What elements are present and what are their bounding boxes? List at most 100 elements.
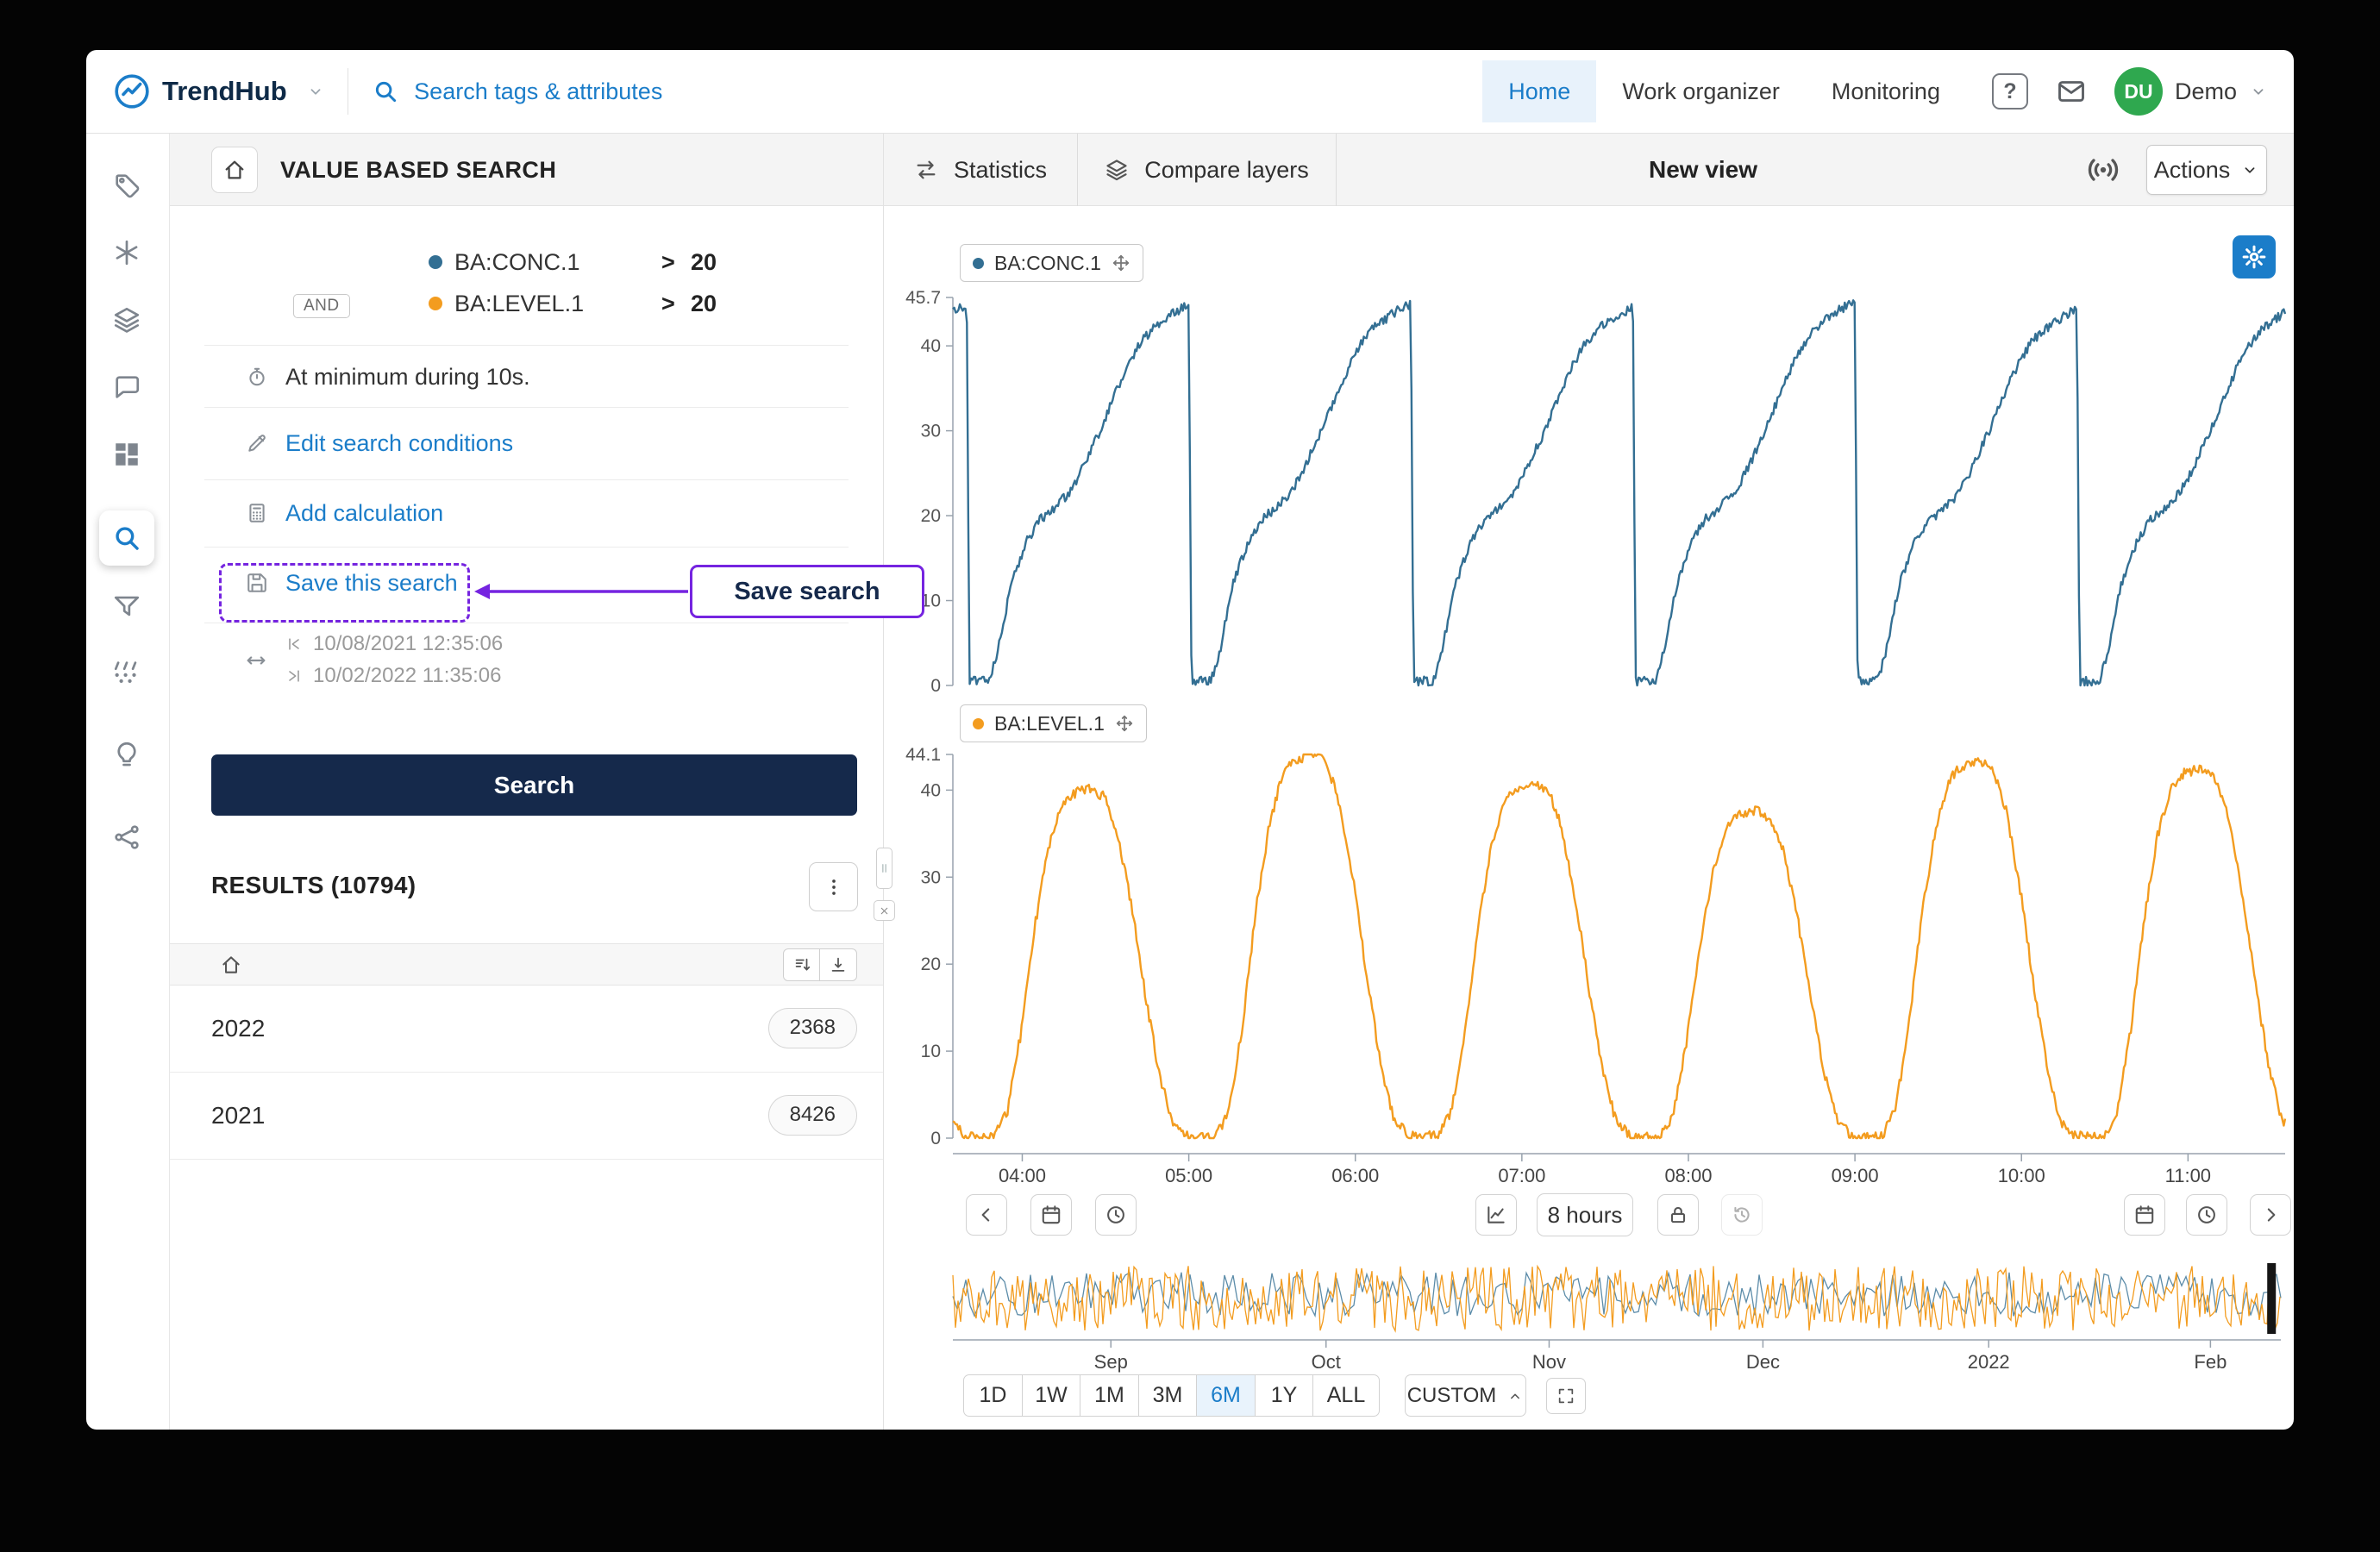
- brand[interactable]: TrendHub: [112, 72, 325, 111]
- filters-icon: [112, 591, 141, 621]
- edit-link-text: Edit search conditions: [285, 429, 514, 456]
- statistics-button[interactable]: Statistics: [884, 134, 1078, 206]
- sidebar-recommendations-button[interactable]: [99, 727, 154, 782]
- panel-collapse-button[interactable]: [874, 900, 895, 921]
- screenshot-stage: TrendHub Home Work organizer Monitoring …: [0, 0, 2380, 1552]
- sidebar-filters-button[interactable]: [99, 579, 154, 634]
- search-icon: [112, 523, 141, 553]
- search-button[interactable]: Search: [211, 754, 857, 816]
- sidebar-assets-button[interactable]: [99, 225, 154, 280]
- global-search-input[interactable]: [412, 77, 882, 106]
- move-icon[interactable]: [1112, 253, 1130, 272]
- avatar[interactable]: DU: [2114, 67, 2163, 116]
- actions-button[interactable]: Actions: [2146, 145, 2267, 195]
- condition-row[interactable]: BA:LEVEL.1 >20: [170, 283, 883, 324]
- chart-icon: [1485, 1204, 1507, 1226]
- series-color-dot: [429, 297, 442, 310]
- help-button[interactable]: ?: [1991, 73, 2028, 110]
- add-calculation-link[interactable]: Add calculation: [170, 484, 883, 542]
- condition-row[interactable]: BA:CONC.1 >20: [170, 241, 883, 283]
- range-1w-button[interactable]: 1W: [1021, 1374, 1081, 1417]
- condition-operator: >: [661, 291, 675, 316]
- sidebar-layers-button[interactable]: [99, 292, 154, 347]
- app-window: TrendHub Home Work organizer Monitoring …: [86, 50, 2294, 1430]
- icon-rail: [86, 134, 170, 1430]
- save-link-text: Save this search: [285, 569, 458, 596]
- end-date-button[interactable]: [2124, 1194, 2165, 1236]
- result-row[interactable]: 2022 2368: [170, 986, 883, 1073]
- sidebar-sensor-data-button[interactable]: [99, 645, 154, 700]
- series-chip-label: BA:LEVEL.1: [994, 711, 1105, 735]
- sidebar-annotations-button[interactable]: [99, 360, 154, 415]
- sidebar-search-button[interactable]: [99, 510, 154, 566]
- nav-home[interactable]: Home: [1482, 60, 1597, 122]
- recommendations-icon: [112, 740, 141, 769]
- reset-history-button[interactable]: [1721, 1194, 1763, 1236]
- series-color-dot: [973, 257, 984, 269]
- range-1y-button[interactable]: 1Y: [1254, 1374, 1314, 1417]
- result-year: 2021: [211, 1102, 266, 1129]
- time-to-value: 10/02/2022 11:35:06: [313, 664, 502, 687]
- brand-caret-icon[interactable]: [306, 82, 325, 101]
- svg-text:Feb: Feb: [2194, 1351, 2227, 1373]
- account-caret-icon[interactable]: [2249, 82, 2268, 101]
- tags-icon: [112, 171, 141, 200]
- account-menu[interactable]: DU Demo: [2114, 67, 2268, 116]
- svg-text:30: 30: [921, 422, 941, 441]
- statistics-label: Statistics: [953, 156, 1048, 183]
- chart-scale-button[interactable]: [1475, 1194, 1517, 1236]
- global-search[interactable]: [373, 77, 882, 106]
- range-1d-button[interactable]: 1D: [963, 1374, 1023, 1417]
- pan-right-button[interactable]: [2250, 1194, 2291, 1236]
- range-all-button[interactable]: ALL: [1312, 1374, 1380, 1417]
- sort-results-button[interactable]: [782, 948, 821, 981]
- edit-search-conditions-link[interactable]: Edit search conditions: [170, 414, 883, 472]
- duration-text: At minimum during 10s.: [285, 363, 530, 390]
- duration-row[interactable]: At minimum during 10s.: [170, 350, 883, 404]
- svg-text:11:00: 11:00: [2165, 1165, 2211, 1186]
- range-1m-button[interactable]: 1M: [1080, 1374, 1139, 1417]
- mail-button[interactable]: [2056, 76, 2087, 107]
- time-range-block[interactable]: 10/08/2021 12:35:06 10/02/2022 11:35:06: [170, 632, 883, 688]
- account-name[interactable]: Demo: [2175, 78, 2237, 105]
- conjunction-badge: AND: [293, 294, 350, 318]
- compare-layers-button[interactable]: Compare layers: [1078, 134, 1337, 206]
- result-row[interactable]: 2021 8426: [170, 1073, 883, 1160]
- nav-work-organizer[interactable]: Work organizer: [1596, 60, 1806, 122]
- sidebar-dashboards-button[interactable]: [99, 427, 154, 482]
- move-icon[interactable]: [1115, 714, 1134, 733]
- swap-icon: [914, 158, 938, 182]
- series-chip-level[interactable]: BA:LEVEL.1: [960, 704, 1147, 742]
- svg-text:09:00: 09:00: [1832, 1165, 1879, 1186]
- svg-text:05:00: 05:00: [1165, 1165, 1212, 1186]
- sidebar-models-button[interactable]: [99, 810, 154, 865]
- gear-icon: [2241, 244, 2267, 270]
- search-home-button[interactable]: [211, 147, 258, 193]
- app-header: TrendHub Home Work organizer Monitoring …: [86, 50, 2294, 134]
- live-mode-button[interactable]: [2085, 152, 2121, 188]
- range-6m-button[interactable]: 6M: [1196, 1374, 1256, 1417]
- series-color-dot: [429, 255, 442, 269]
- sidebar-tags-button[interactable]: [99, 158, 154, 213]
- annotations-icon: [112, 372, 141, 402]
- pan-left-button[interactable]: [966, 1194, 1007, 1236]
- svg-text:10: 10: [921, 1042, 941, 1061]
- custom-range-button[interactable]: CUSTOM: [1405, 1374, 1526, 1417]
- start-time-button[interactable]: [1095, 1194, 1137, 1236]
- nav-monitoring[interactable]: Monitoring: [1806, 60, 1966, 122]
- time-window-label[interactable]: 8 hours: [1537, 1193, 1633, 1236]
- expand-icon: [1556, 1386, 1575, 1405]
- series-chip-conc[interactable]: BA:CONC.1: [960, 244, 1143, 282]
- results-menu-button[interactable]: [809, 862, 858, 911]
- collapse-results-button[interactable]: [819, 948, 857, 981]
- fit-range-button[interactable]: [1546, 1378, 1586, 1414]
- chart-settings-button[interactable]: [2233, 235, 2276, 278]
- lock-icon: [1667, 1204, 1689, 1226]
- lock-window-button[interactable]: [1657, 1194, 1699, 1236]
- range-3m-button[interactable]: 3M: [1137, 1374, 1198, 1417]
- start-date-button[interactable]: [1030, 1194, 1072, 1236]
- skip-to-start-icon: [285, 635, 303, 653]
- end-time-button[interactable]: [2186, 1194, 2227, 1236]
- svg-text:44.1: 44.1: [905, 745, 941, 765]
- panel-splitter-handle[interactable]: [876, 848, 892, 889]
